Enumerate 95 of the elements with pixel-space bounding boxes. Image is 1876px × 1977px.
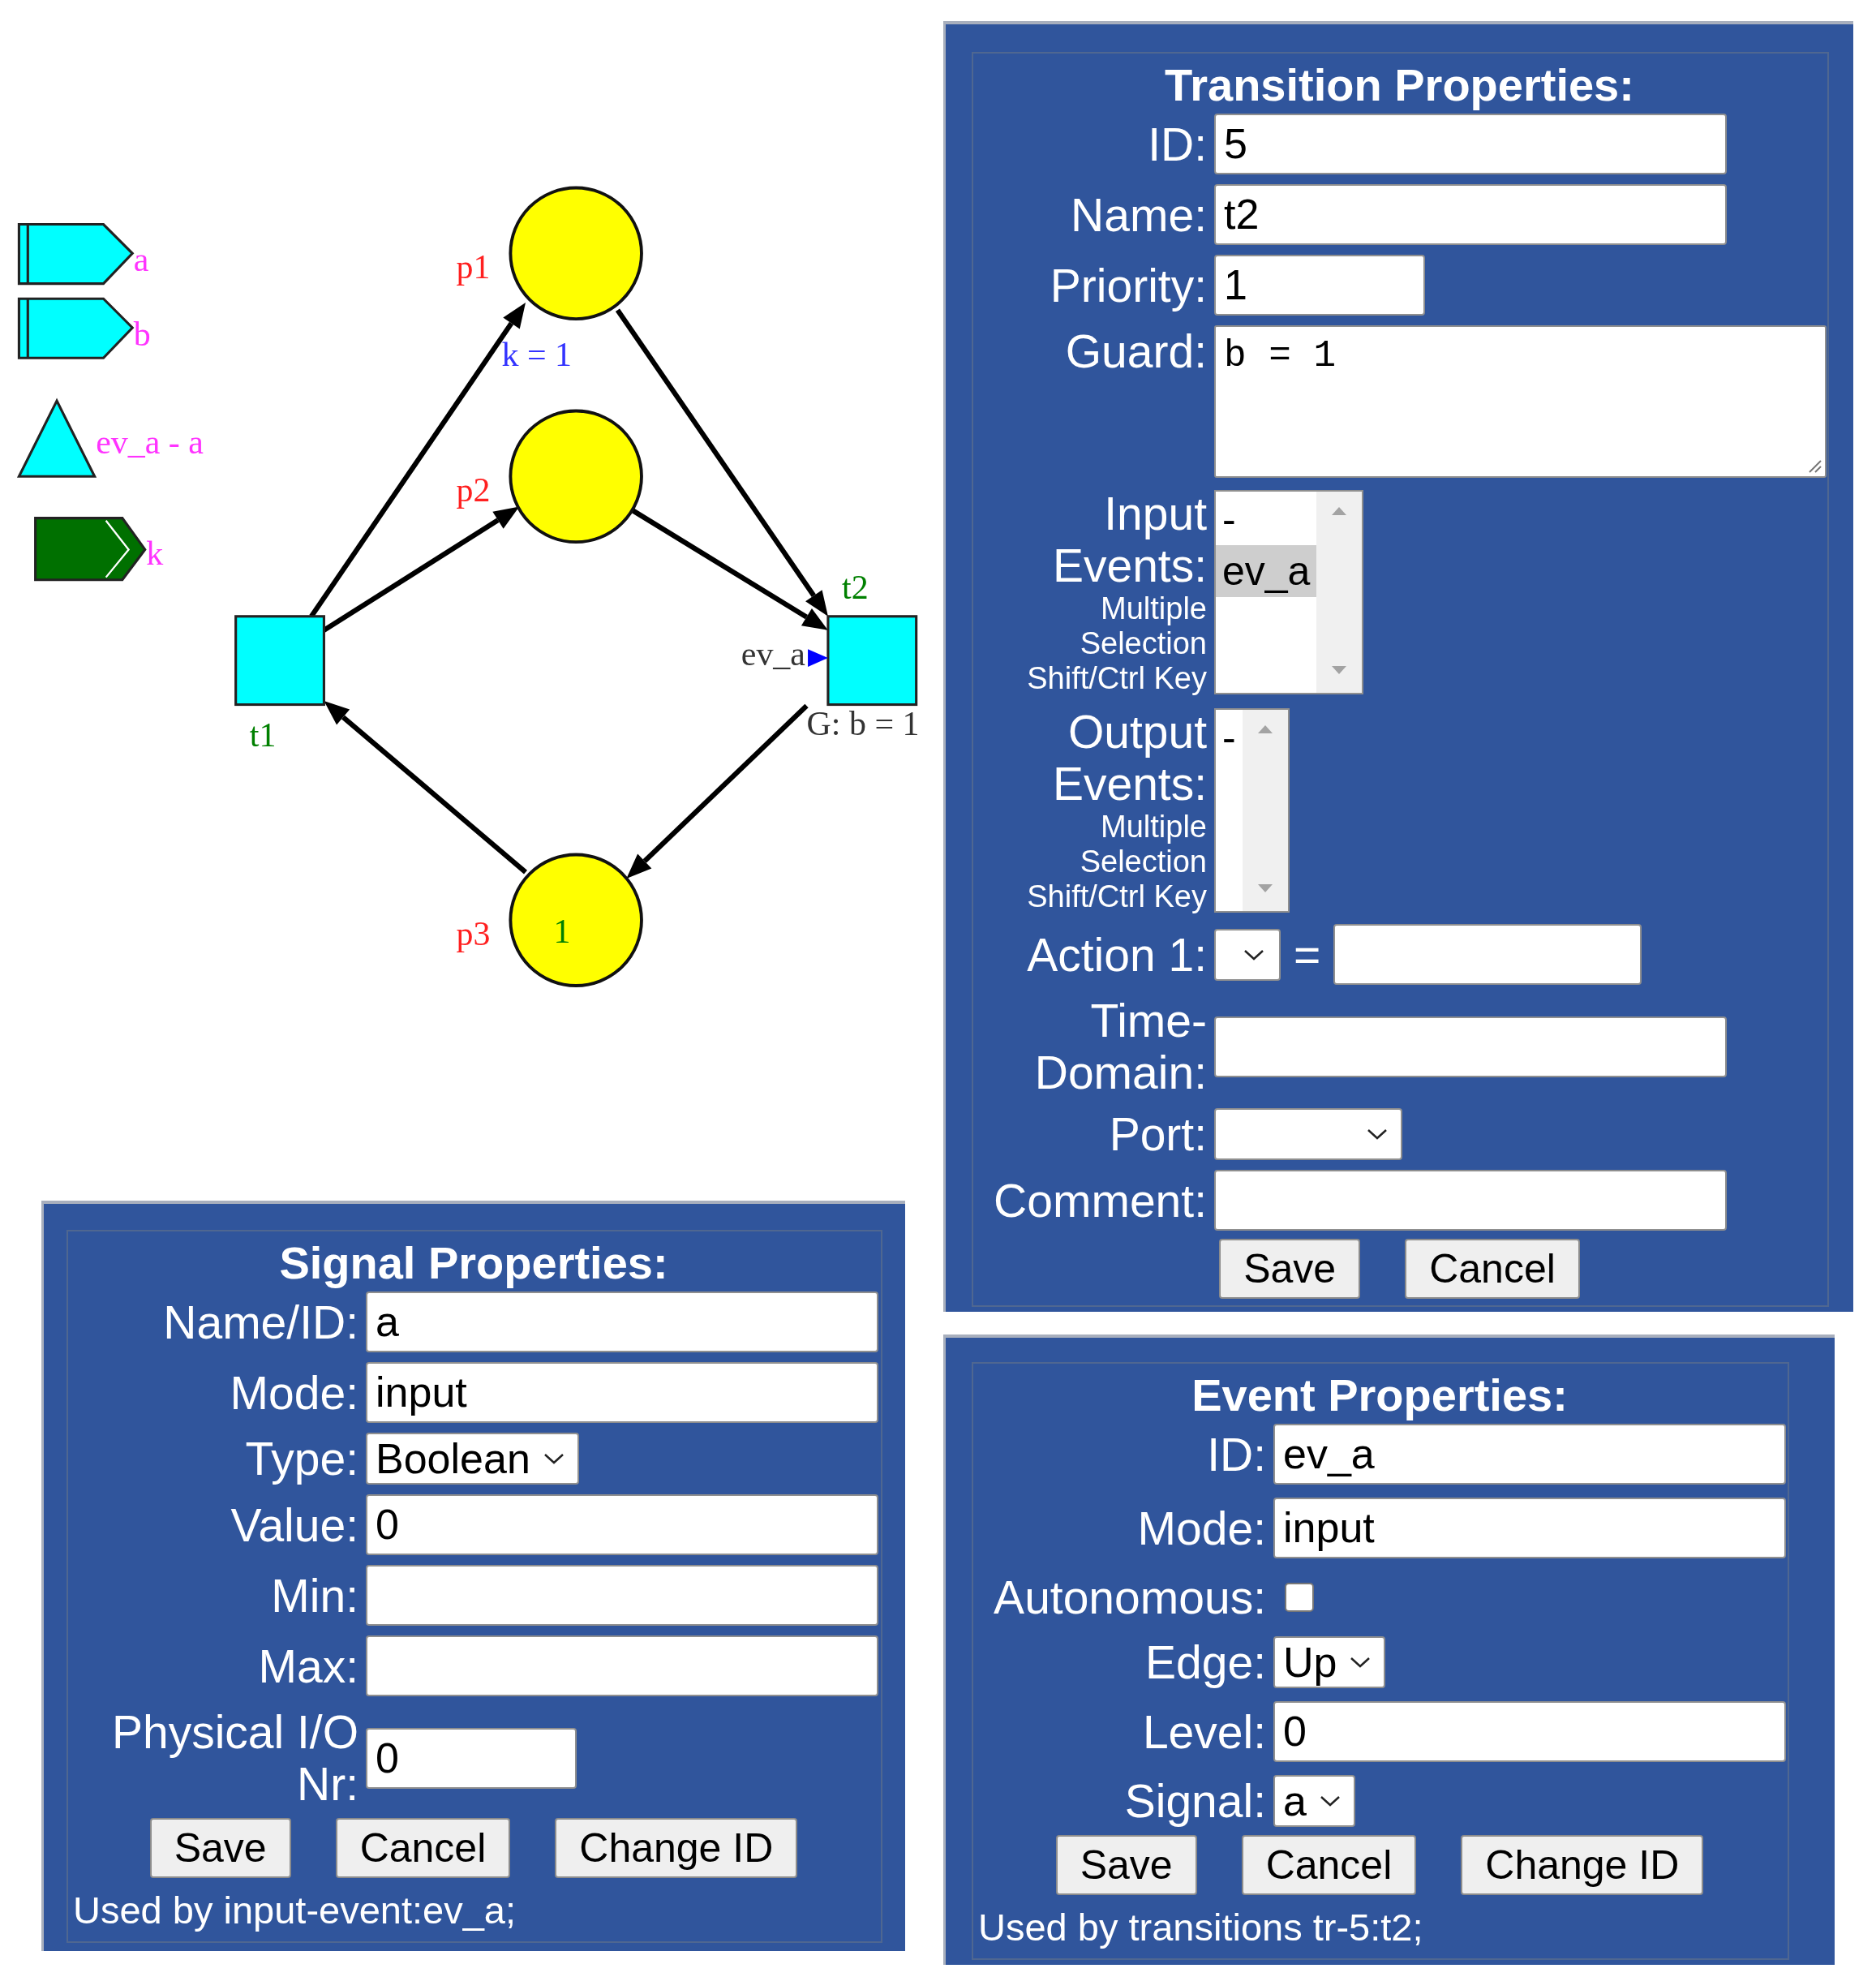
place-label: p3 xyxy=(456,915,491,953)
equals-sign: = xyxy=(1294,927,1321,982)
panel-title: Transition Properties: xyxy=(1164,58,1635,112)
input-field[interactable] xyxy=(1333,924,1642,985)
panel-title: Event Properties: xyxy=(1191,1369,1569,1422)
field-label: Name: xyxy=(1071,188,1207,241)
form-button[interactable]: Cancel xyxy=(1405,1239,1580,1299)
output-signal-icon xyxy=(34,517,147,582)
form-button[interactable]: Save xyxy=(1219,1239,1361,1299)
input-field[interactable]: t2 xyxy=(1214,184,1727,245)
input-signal-icon xyxy=(17,223,135,286)
field-label: Port: xyxy=(1109,1108,1207,1160)
field-label: ID: xyxy=(1148,118,1207,170)
place-label: p1 xyxy=(456,248,491,286)
field-label: Comment: xyxy=(994,1174,1207,1227)
input-field[interactable]: ev_a xyxy=(1273,1424,1786,1485)
field-label: Priority: xyxy=(1050,259,1207,312)
chevron-icon xyxy=(1367,1128,1388,1141)
input-field[interactable]: input xyxy=(1273,1498,1786,1558)
dropdown[interactable]: Boolean xyxy=(366,1433,579,1485)
input-field[interactable]: input xyxy=(366,1362,878,1423)
usage-text: Used by transitions tr-5:t2; xyxy=(978,1905,1424,1950)
field-label: Autonomous: xyxy=(994,1571,1266,1623)
field-label: Signal: xyxy=(1124,1775,1266,1827)
usage-text: Used by input-event:ev_a; xyxy=(73,1888,517,1933)
field-label: ID: xyxy=(1207,1428,1266,1481)
input-field[interactable] xyxy=(1214,1170,1727,1231)
input-field[interactable]: 5 xyxy=(1214,114,1727,174)
input-field[interactable]: 0 xyxy=(366,1494,878,1555)
form-button[interactable]: Cancel xyxy=(1241,1835,1417,1895)
dropdown[interactable] xyxy=(1214,1108,1402,1160)
chevron-icon xyxy=(1319,1794,1341,1807)
scroll-down-icon xyxy=(1331,664,1348,675)
signal-label: a xyxy=(133,241,149,279)
event-marker-icon xyxy=(808,649,828,667)
token-count: 1 xyxy=(553,913,571,951)
dropdown[interactable]: a xyxy=(1273,1775,1355,1827)
dropdown[interactable]: Up xyxy=(1273,1636,1386,1688)
list-option[interactable]: - xyxy=(1216,492,1317,545)
list-box[interactable]: - xyxy=(1214,707,1290,913)
field-label: Output Events: xyxy=(1051,706,1207,810)
field-label: Time-Domain: xyxy=(1033,995,1207,1098)
form-button[interactable]: Save xyxy=(149,1818,291,1878)
place-label: p2 xyxy=(456,471,491,509)
text-area[interactable]: b = 1 xyxy=(1214,325,1827,478)
field-label: Name/ID: xyxy=(163,1296,358,1348)
input-field[interactable] xyxy=(366,1565,878,1626)
list-option[interactable]: ev_a xyxy=(1216,544,1317,597)
signal-label: b xyxy=(133,315,151,353)
transition-label: t2 xyxy=(842,569,869,607)
field-label: Physical I/O Nr: xyxy=(110,1706,358,1810)
field-label: Mode: xyxy=(230,1366,358,1419)
field-label: Min: xyxy=(271,1569,358,1622)
event-triangle-icon xyxy=(16,398,97,478)
field-label: Type: xyxy=(245,1433,358,1485)
field-label: Edge: xyxy=(1145,1636,1266,1688)
chevron-icon xyxy=(543,1452,565,1465)
input-field[interactable]: 1 xyxy=(1214,255,1425,316)
panel-title: Signal Properties: xyxy=(278,1236,669,1290)
form-button[interactable]: Change ID xyxy=(1461,1835,1704,1895)
signal-label: k xyxy=(146,535,164,573)
list-box[interactable]: - ev_a xyxy=(1214,489,1364,694)
scroll-down-icon xyxy=(1256,883,1273,893)
event-label: ev_a - a xyxy=(96,423,204,462)
input-field[interactable] xyxy=(366,1635,878,1696)
transition-label: t1 xyxy=(249,716,277,754)
input-field[interactable]: a xyxy=(366,1291,878,1352)
field-label: Input Events: xyxy=(1051,488,1207,591)
input-field[interactable]: 0 xyxy=(366,1727,577,1789)
chevron-icon xyxy=(1243,948,1264,961)
list-option[interactable]: - xyxy=(1216,711,1243,763)
form-button[interactable]: Save xyxy=(1055,1835,1197,1895)
input-signal-icon xyxy=(17,297,135,359)
hint-text: Multiple Selection Shift/Ctrl Key xyxy=(1026,810,1207,914)
scrollbar[interactable] xyxy=(1316,491,1363,693)
input-field[interactable]: 0 xyxy=(1273,1701,1786,1762)
chevron-icon xyxy=(1350,1656,1372,1669)
guard-label: G: b = 1 xyxy=(806,704,920,742)
event-label: ev_a xyxy=(741,635,805,673)
field-label: Value: xyxy=(230,1498,358,1551)
form-button[interactable]: Change ID xyxy=(555,1818,798,1878)
field-label: Guard: xyxy=(1065,325,1207,377)
field-label: Level: xyxy=(1142,1705,1266,1758)
field-label: Mode: xyxy=(1137,1502,1266,1554)
scrollbar[interactable] xyxy=(1242,709,1288,911)
scroll-up-icon xyxy=(1256,724,1273,734)
dropdown[interactable] xyxy=(1214,928,1281,981)
input-field[interactable] xyxy=(1214,1016,1727,1077)
hint-text: Multiple Selection Shift/Ctrl Key xyxy=(1026,591,1207,696)
field-label: Action 1: xyxy=(1027,928,1207,981)
field-label: Max: xyxy=(258,1640,358,1692)
form-button[interactable]: Cancel xyxy=(335,1818,511,1878)
scroll-up-icon xyxy=(1331,505,1348,516)
action-label: k = 1 xyxy=(501,335,573,373)
checkbox[interactable] xyxy=(1285,1583,1314,1612)
